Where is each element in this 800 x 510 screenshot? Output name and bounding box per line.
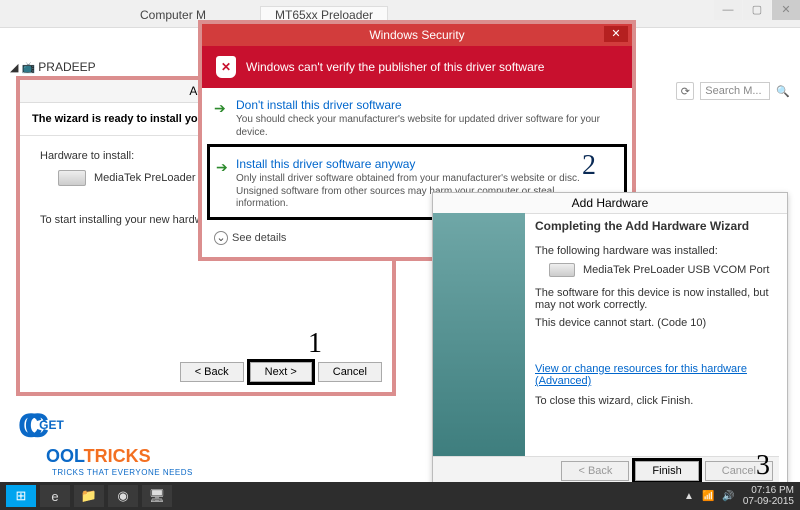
minimize-button[interactable]: — bbox=[714, 0, 742, 20]
warning-banner: ✕ Windows can't verify the publisher of … bbox=[202, 46, 632, 88]
explorer-toolbar: ⟳ Search M... 🔍 bbox=[676, 82, 790, 100]
close-instruction: To close this wizard, click Finish. bbox=[535, 395, 777, 407]
hardware-item: MediaTek PreLoader USB VCOM Port bbox=[549, 263, 777, 277]
next-button[interactable]: Next > bbox=[250, 362, 312, 382]
close-button[interactable]: ✕ bbox=[772, 0, 800, 20]
shield-icon: ✕ bbox=[216, 56, 236, 78]
tray-network-icon[interactable]: 📶 bbox=[702, 491, 714, 502]
taskbar-explorer-icon[interactable]: 📁 bbox=[74, 485, 104, 507]
error-text: This device cannot start. (Code 10) bbox=[535, 317, 777, 329]
status-text: The software for this device is now inst… bbox=[535, 287, 777, 311]
start-button[interactable]: ⊞ bbox=[6, 485, 36, 507]
watermark-logo: CCGET OOLTRICKS TRICKS THAT EVERYONE NEE… bbox=[18, 407, 193, 478]
annotation-3: 3 bbox=[756, 450, 770, 482]
dialog-title: Add Hardware bbox=[433, 193, 787, 214]
search-icon[interactable]: 🔍 bbox=[776, 85, 790, 98]
search-input[interactable]: Search M... bbox=[700, 82, 770, 100]
finish-button[interactable]: Finish bbox=[635, 461, 698, 481]
back-button[interactable]: < Back bbox=[180, 362, 244, 382]
advanced-link[interactable]: View or change resources for this hardwa… bbox=[535, 363, 777, 387]
back-button: < Back bbox=[561, 461, 629, 481]
tray-flag-icon[interactable]: ▲ bbox=[684, 491, 694, 502]
chevron-down-icon: ⌄ bbox=[214, 231, 228, 245]
wizard-sidebar-graphic bbox=[433, 213, 525, 461]
option-dont-install[interactable]: ➔ Don't install this driver software You… bbox=[202, 88, 632, 145]
arrow-icon: ➔ bbox=[214, 100, 226, 117]
installed-label: The following hardware was installed: bbox=[535, 245, 777, 257]
tree-node-computer[interactable]: PRADEEP bbox=[10, 60, 96, 74]
taskbar-app-icon[interactable]: 🖥 bbox=[142, 485, 172, 507]
arrow-icon: ➔ bbox=[216, 159, 228, 176]
taskbar-ie-icon[interactable]: e bbox=[40, 485, 70, 507]
cancel-button[interactable]: Cancel bbox=[318, 362, 382, 382]
tray-volume-icon[interactable]: 🔊 bbox=[722, 491, 734, 502]
taskbar-chrome-icon[interactable]: ◉ bbox=[108, 485, 138, 507]
refresh-icon[interactable]: ⟳ bbox=[676, 82, 694, 100]
add-hardware-wizard-complete: Add Hardware Completing the Add Hardware… bbox=[432, 192, 788, 492]
wizard-heading: Completing the Add Hardware Wizard bbox=[535, 219, 777, 233]
window-title-1: Computer M bbox=[140, 8, 206, 22]
close-icon[interactable]: ✕ bbox=[604, 26, 628, 42]
system-clock[interactable]: 07:16 PM 07-09-2015 bbox=[743, 485, 794, 507]
device-icon bbox=[58, 170, 86, 186]
annotation-2: 2 bbox=[582, 150, 596, 182]
annotation-1: 1 bbox=[308, 328, 322, 360]
maximize-button[interactable]: ▢ bbox=[743, 0, 771, 20]
taskbar: ⊞ e 📁 ◉ 🖥 ▲ 📶 🔊 07:16 PM 07-09-2015 bbox=[0, 482, 800, 510]
dialog-titlebar: Windows Security ✕ bbox=[202, 24, 632, 46]
device-icon bbox=[549, 263, 575, 277]
